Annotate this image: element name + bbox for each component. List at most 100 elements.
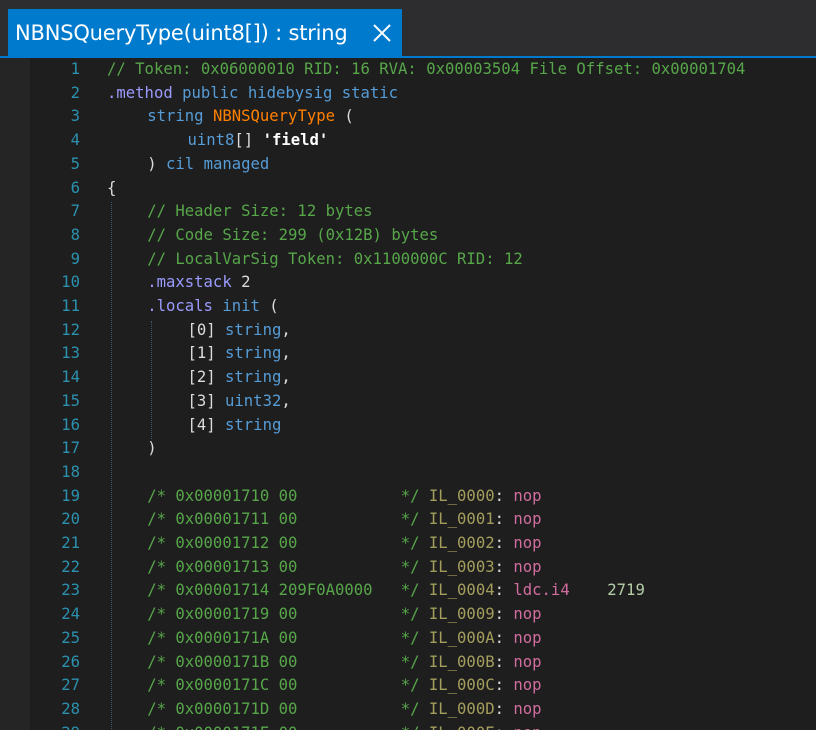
code-token: IL_000B [428, 652, 495, 671]
code-line[interactable]: 14 [2] string, [0, 366, 816, 389]
code-token: static [341, 83, 399, 102]
line-number: 27 [61, 676, 80, 695]
line-number: 28 [61, 699, 80, 718]
code-line[interactable]: 1 // Token: 0x06000010 RID: 16 RVA: 0x000… [0, 58, 816, 81]
line-number: 29 [30, 722, 80, 730]
line-number: 6 [70, 178, 80, 197]
code-token: // Token: 0x06000010 RID: 16 RVA: 0x0000… [107, 60, 746, 78]
code-line[interactable]: 23 /* 0x00001714 209F0A0000 */ IL_0004: l… [0, 579, 816, 602]
code-token: NBNSQueryType [212, 107, 336, 126]
code-line[interactable]: 4 uint8[] 'field' [0, 129, 816, 152]
code-line[interactable]: 28 /* 0x0000171D 00 */ IL_000D: nop [0, 698, 816, 721]
code-token: : [494, 699, 514, 718]
code-token: : [494, 652, 514, 671]
code-text: [4] string [187, 414, 281, 437]
code-token: : [494, 628, 514, 647]
code-line[interactable]: 17) [0, 437, 816, 460]
code-token: /* 0x00001719 00 */ [147, 605, 429, 624]
code-token: , [281, 320, 291, 339]
line-number: 7 [70, 202, 80, 221]
code-text: // LocalVarSig Token: 0x1100000C RID: 12 [147, 248, 523, 271]
code-text: /* 0x0000171B 00 */ IL_000B: nop [147, 651, 541, 674]
code-token: cil [166, 154, 195, 173]
document-tab[interactable]: NBNSQueryType(uint8[]) : string [8, 9, 402, 56]
line-number: 19 [61, 486, 80, 505]
code-line[interactable]: 20 /* 0x00001711 00 */ IL_0001: nop [0, 508, 816, 531]
code-editor[interactable]: 1 // Token: 0x06000010 RID: 16 RVA: 0x000… [0, 58, 816, 730]
code-line[interactable]: 2 .method public hidebysig static [0, 82, 816, 105]
line-number: 10 [61, 273, 80, 292]
code-line[interactable]: 29 /* 0x0000171E 00 */ IL_000E: nop [0, 722, 816, 730]
code-token: nop [513, 605, 542, 624]
code-token: 2 [231, 273, 251, 292]
code-line[interactable]: 19 /* 0x00001710 00 */ IL_0000: nop [0, 485, 816, 508]
code-line[interactable]: 24 /* 0x00001719 00 */ IL_0009: nop [0, 603, 816, 626]
code-line[interactable]: 22 /* 0x00001713 00 */ IL_0003: nop [0, 556, 816, 579]
code-token: nop [513, 676, 542, 695]
code-text: [0] string, [187, 319, 290, 342]
code-text: string NBNSQueryType ( [147, 105, 354, 128]
code-token: /* 0x00001710 00 */ [147, 486, 429, 505]
code-token: .method [107, 83, 173, 102]
code-token: , [281, 391, 291, 410]
code-token: [1] [187, 344, 226, 363]
code-line[interactable]: 25 /* 0x0000171A 00 */ IL_000A: nop [0, 627, 816, 650]
code-token: // Header Size: 12 bytes [147, 202, 373, 221]
code-line[interactable]: 9 // LocalVarSig Token: 0x1100000C RID: 1… [0, 248, 816, 271]
code-line[interactable]: 15 [3] uint32, [0, 390, 816, 413]
code-text: // Code Size: 299 (0x12B) bytes [147, 224, 438, 247]
code-token: IL_000E [429, 724, 495, 730]
line-number: 22 [61, 557, 80, 576]
code-line[interactable]: 16 [4] string [0, 414, 816, 437]
code-line[interactable]: 27 /* 0x0000171C 00 */ IL_000C: nop [0, 674, 816, 697]
code-token: /* 0x00001713 00 */ [147, 557, 429, 576]
code-text: /* 0x0000171E 00 */ IL_000E: nop [147, 722, 541, 730]
code-token: .maxstack [147, 273, 232, 292]
code-token: managed [203, 154, 270, 173]
code-line[interactable]: 18 [0, 461, 816, 484]
line-number: 2 [70, 83, 80, 102]
line-number: 23 [61, 581, 80, 600]
line-number: 1 [70, 60, 80, 78]
tab-title: NBNSQueryType(uint8[]) : string [15, 21, 348, 45]
code-text: /* 0x00001711 00 */ IL_0001: nop [147, 508, 541, 531]
code-token: nop [513, 628, 542, 647]
code-line[interactable]: 21 /* 0x00001712 00 */ IL_0002: nop [0, 532, 816, 555]
code-token: /* 0x00001714 209F0A0000 */ [147, 581, 429, 600]
code-text: /* 0x0000171D 00 */ IL_000D: nop [147, 698, 541, 721]
code-token: nop [513, 510, 542, 529]
code-token: IL_0000 [428, 486, 495, 505]
indent-guide [151, 320, 152, 440]
code-token: : [494, 676, 514, 695]
line-number: 5 [70, 154, 80, 173]
code-token: string [225, 320, 282, 339]
line-number: 20 [61, 510, 80, 529]
code-line[interactable]: 12 [0] string, [0, 319, 816, 342]
code-line[interactable]: 26 /* 0x0000171B 00 */ IL_000B: nop [0, 651, 816, 674]
code-token: /* 0x0000171E 00 */ [147, 724, 429, 730]
code-token: string [225, 368, 282, 387]
line-number: 9 [70, 249, 80, 268]
code-token: , [281, 368, 291, 387]
line-number: 12 [61, 320, 80, 339]
code-token: : [494, 486, 514, 505]
code-line[interactable]: 3 string NBNSQueryType ( [0, 105, 816, 128]
code-token: /* 0x0000171C 00 */ [147, 676, 429, 695]
code-line[interactable]: 10 .maxstack 2 [0, 271, 816, 294]
code-line[interactable]: 13 [1] string, [0, 342, 816, 365]
code-token: 2719 [607, 581, 645, 600]
code-token: [3] [187, 391, 226, 410]
code-line[interactable]: 11 .locals init ( [0, 295, 816, 318]
code-line[interactable]: 5) cil managed [0, 153, 816, 176]
close-icon[interactable] [371, 22, 393, 44]
code-line[interactable]: 8 // Code Size: 299 (0x12B) bytes [0, 224, 816, 247]
code-line[interactable]: 6{ [0, 177, 816, 200]
code-line[interactable]: 7 // Header Size: 12 bytes [0, 200, 816, 223]
indent-guide [111, 202, 112, 730]
code-token: nop [513, 534, 542, 552]
